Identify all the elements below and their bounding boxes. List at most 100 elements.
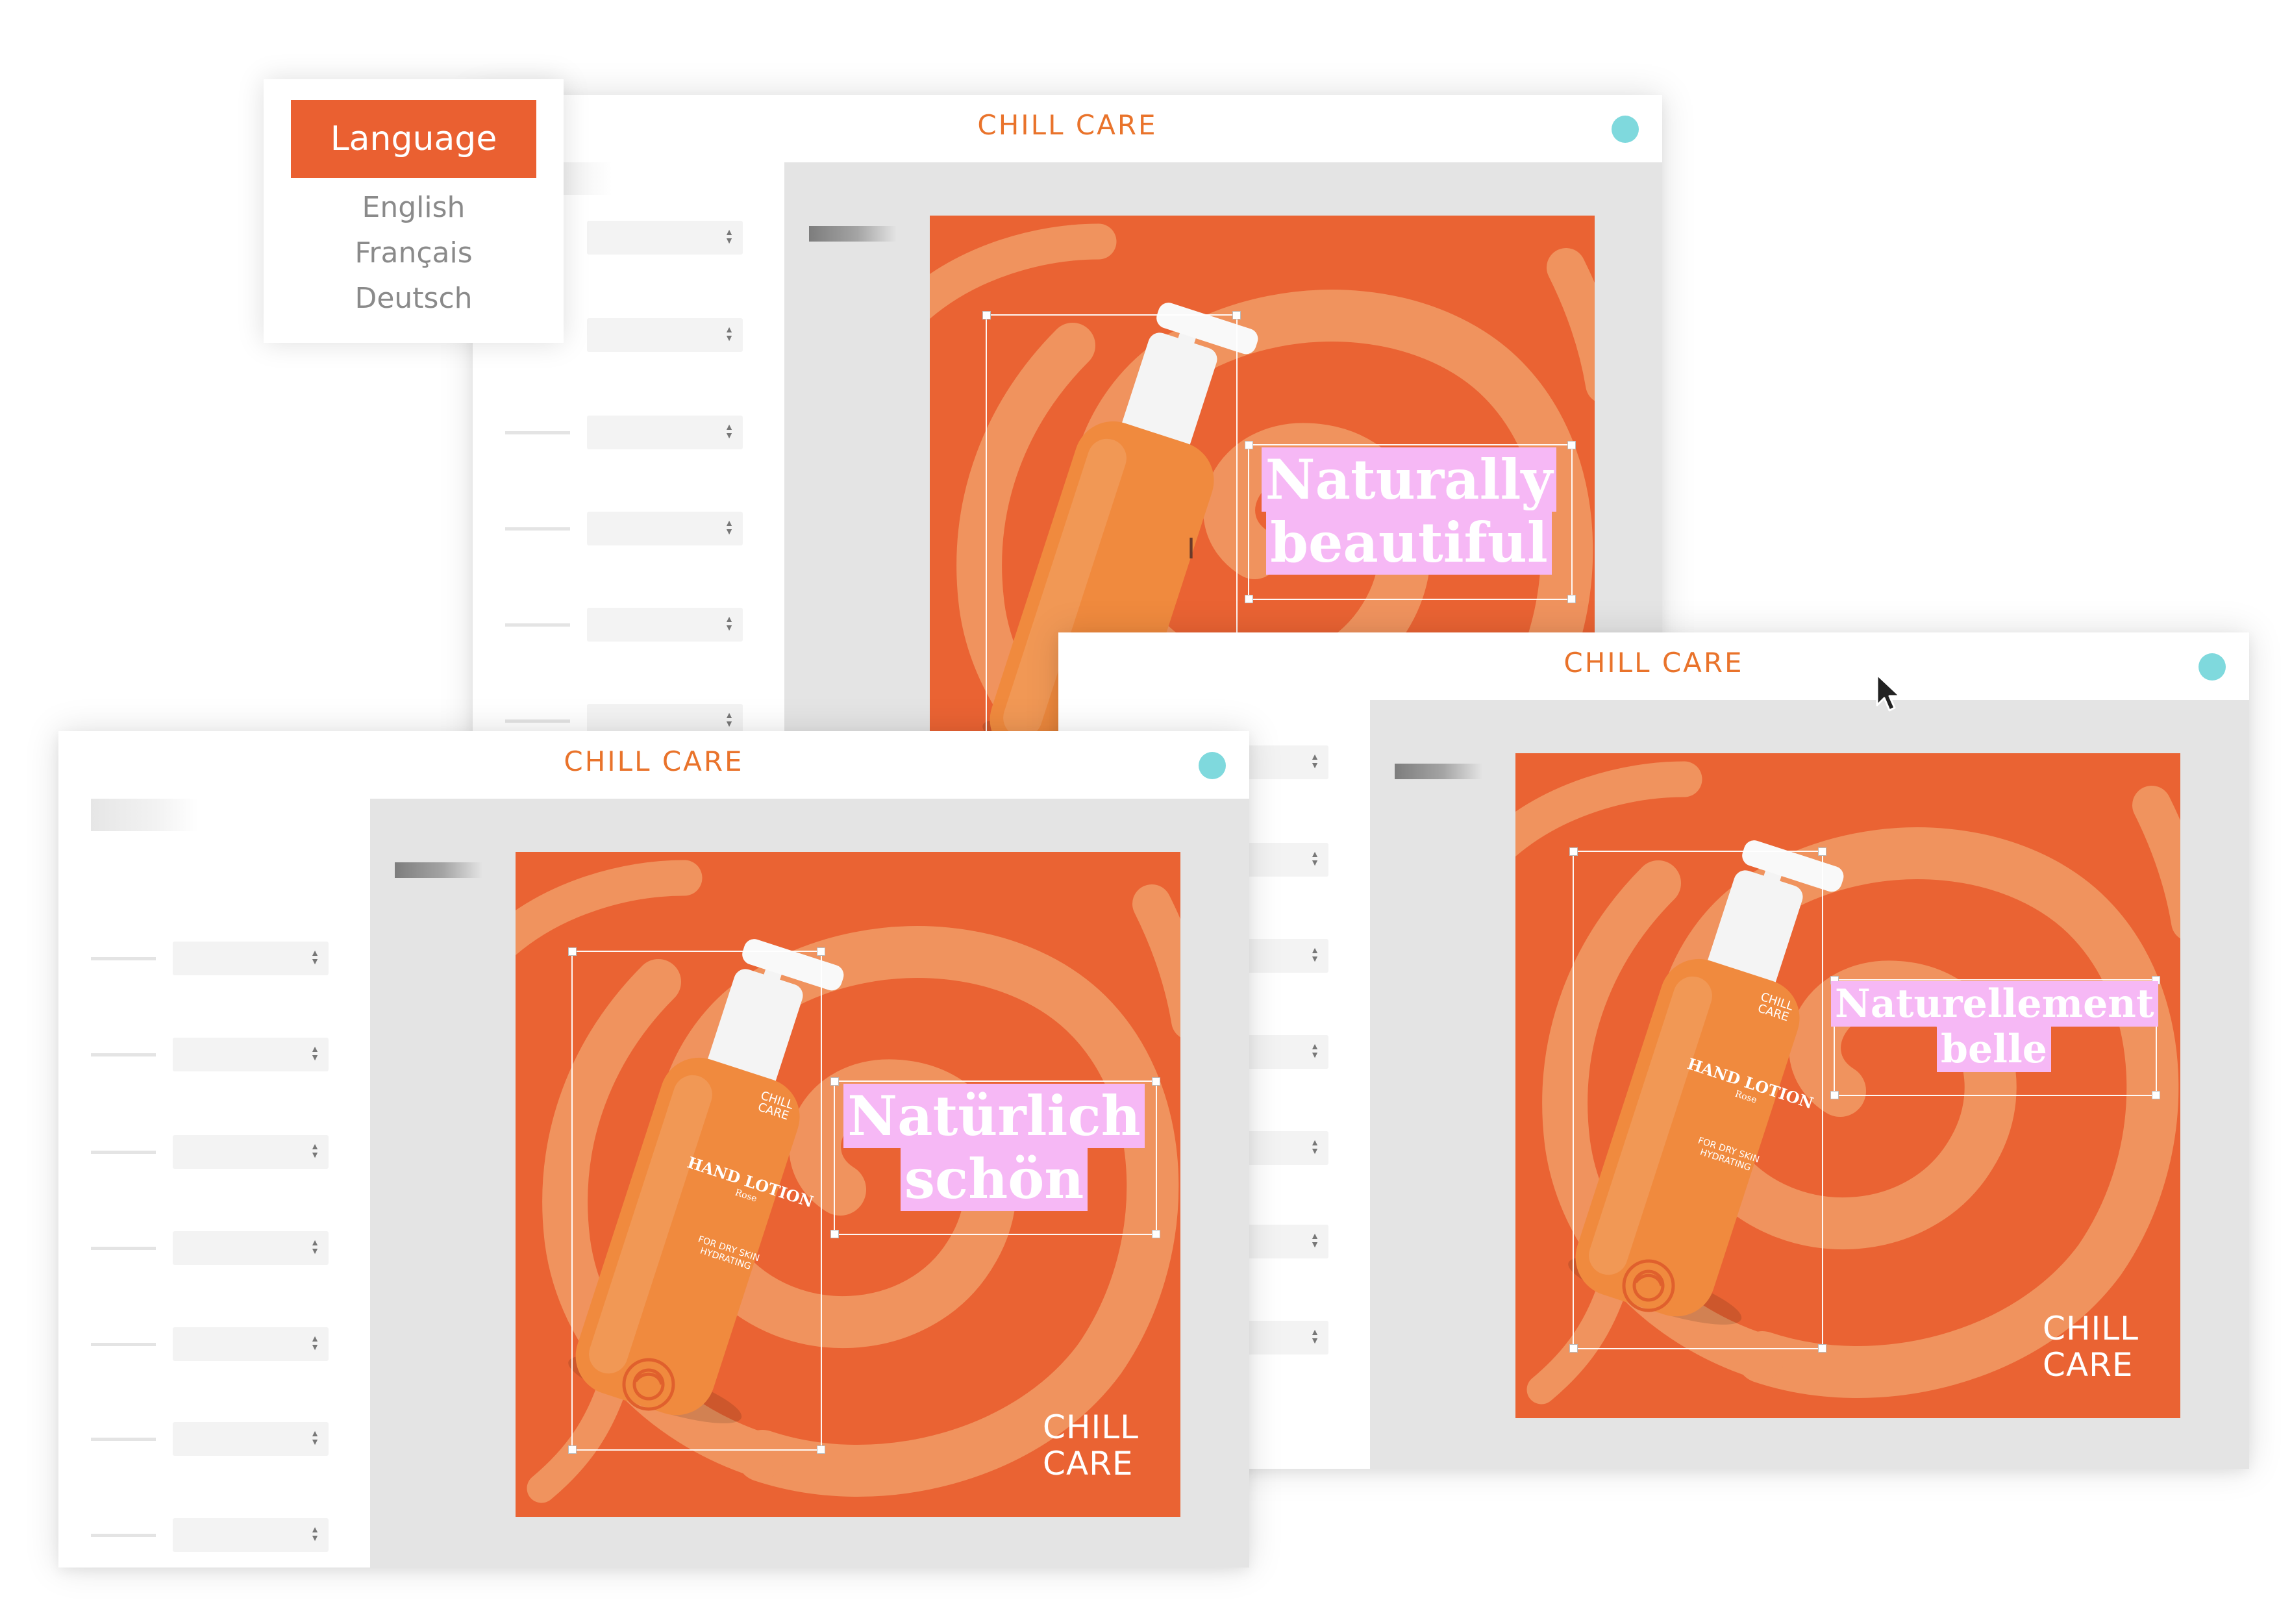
- updown-arrows-icon: ▲ ▼: [1310, 1137, 1319, 1156]
- property-label-placeholder: [91, 1534, 156, 1537]
- property-row: ▲ ▼: [473, 608, 784, 642]
- resize-handle[interactable]: [568, 947, 577, 956]
- property-label-placeholder: [505, 431, 570, 434]
- property-select[interactable]: ▲ ▼: [587, 416, 743, 449]
- resize-handle[interactable]: [817, 947, 825, 956]
- property-select[interactable]: ▲ ▼: [587, 512, 743, 545]
- resize-handle[interactable]: [1567, 595, 1576, 603]
- updown-arrows-icon: ▲ ▼: [310, 1043, 319, 1062]
- headline-line-1: Naturally: [1261, 447, 1557, 512]
- property-select[interactable]: ▲ ▼: [173, 1038, 329, 1071]
- updown-arrows-icon: ▲ ▼: [725, 518, 734, 536]
- window-title: CHILL CARE: [564, 745, 744, 777]
- property-select[interactable]: ▲ ▼: [587, 221, 743, 255]
- updown-arrows-icon: ▲ ▼: [310, 1333, 319, 1352]
- property-row: ▲ ▼: [58, 942, 370, 975]
- property-label-placeholder: [91, 1151, 156, 1154]
- resize-handle[interactable]: [1232, 311, 1241, 319]
- headline-text[interactable]: Naturellement belle: [1831, 981, 2158, 1072]
- sidebar-heading-placeholder: [91, 799, 198, 831]
- updown-arrows-icon: ▲ ▼: [310, 947, 319, 966]
- property-select[interactable]: ▲ ▼: [173, 1422, 329, 1456]
- bottle-selection-box[interactable]: [568, 947, 825, 1454]
- text-cursor-icon: I: [1187, 532, 1195, 566]
- property-label-placeholder: [505, 623, 570, 627]
- language-option-german[interactable]: Deutsch: [264, 282, 564, 315]
- headline-text[interactable]: Natürlich schön: [831, 1084, 1157, 1212]
- property-label-placeholder: [91, 1438, 156, 1441]
- property-select[interactable]: ▲ ▼: [173, 1231, 329, 1265]
- updown-arrows-icon: ▲ ▼: [1310, 945, 1319, 964]
- resize-handle[interactable]: [1245, 595, 1253, 603]
- headline-text[interactable]: Naturally beautiful: [1245, 447, 1573, 575]
- canvas-area: CHILL CARE HAND LOTION Rose FOR DRY SKIN…: [1370, 700, 2249, 1469]
- resize-handle[interactable]: [2152, 1091, 2160, 1099]
- headline-line-2: schön: [900, 1147, 1088, 1212]
- updown-arrows-icon: ▲ ▼: [1310, 849, 1319, 868]
- property-label-placeholder: [91, 1343, 156, 1346]
- updown-arrows-icon: ▲ ▼: [1310, 1327, 1319, 1345]
- art-brand: CHILL CARE: [2043, 1310, 2139, 1384]
- headline-line-1: Naturellement: [1831, 981, 2158, 1027]
- property-select[interactable]: ▲ ▼: [587, 608, 743, 642]
- status-dot-icon[interactable]: [1612, 116, 1639, 143]
- property-row: ▲ ▼: [58, 1518, 370, 1552]
- property-label-placeholder: [505, 527, 570, 531]
- art-brand: CHILL CARE: [1043, 1408, 1139, 1482]
- status-dot-icon[interactable]: [2199, 653, 2226, 681]
- property-row: ▲ ▼: [58, 1135, 370, 1169]
- property-label-placeholder: [91, 1247, 156, 1250]
- property-row: ▲ ▼: [473, 416, 784, 449]
- property-row: ▲ ▼: [58, 1422, 370, 1456]
- window-title: CHILL CARE: [1563, 647, 1744, 679]
- property-label-placeholder: [91, 957, 156, 960]
- mouse-pointer-icon: [1876, 673, 1901, 712]
- updown-arrows-icon: ▲ ▼: [310, 1524, 319, 1543]
- property-label-placeholder: [91, 1053, 156, 1056]
- artwork[interactable]: CHILL CARE HAND LOTION Rose FOR DRY SKIN…: [516, 852, 1180, 1517]
- resize-handle[interactable]: [1830, 1091, 1839, 1099]
- resize-handle[interactable]: [1818, 847, 1826, 856]
- headline-line-2: beautiful: [1266, 510, 1552, 575]
- titlebar: CHILL CARE: [58, 731, 1249, 799]
- property-select[interactable]: ▲ ▼: [173, 1327, 329, 1361]
- property-select[interactable]: ▲ ▼: [173, 1135, 329, 1169]
- language-option-french[interactable]: Français: [264, 236, 564, 269]
- updown-arrows-icon: ▲ ▼: [1310, 1041, 1319, 1060]
- property-row: ▲ ▼: [473, 512, 784, 545]
- language-button[interactable]: Language: [291, 100, 536, 178]
- updown-arrows-icon: ▲ ▼: [725, 710, 734, 729]
- resize-handle[interactable]: [568, 1445, 577, 1454]
- resize-handle[interactable]: [1818, 1344, 1826, 1353]
- resize-handle[interactable]: [982, 311, 991, 319]
- artwork[interactable]: CHILL CARE HAND LOTION Rose FOR DRY SKIN…: [1515, 753, 2180, 1418]
- canvas-area: CHILL CARE HAND LOTION Rose FOR DRY SKIN…: [370, 799, 1249, 1568]
- status-dot-icon[interactable]: [1199, 752, 1226, 779]
- updown-arrows-icon: ▲ ▼: [725, 227, 734, 245]
- property-row: ▲ ▼: [58, 1231, 370, 1265]
- resize-handle[interactable]: [1569, 1344, 1578, 1353]
- resize-handle[interactable]: [1152, 1230, 1160, 1238]
- titlebar: CHILL CARE: [473, 95, 1662, 162]
- window-title: CHILL CARE: [977, 109, 1158, 141]
- updown-arrows-icon: ▲ ▼: [1310, 1230, 1319, 1249]
- property-row: ▲ ▼: [58, 1038, 370, 1071]
- sidebar: ▲ ▼ ▲ ▼ ▲ ▼ ▲ ▼ ▲ ▼ ▲ ▼ ▲ ▼: [58, 799, 370, 1568]
- property-select[interactable]: ▲ ▼: [173, 1518, 329, 1552]
- updown-arrows-icon: ▲ ▼: [725, 421, 734, 440]
- resize-handle[interactable]: [1569, 847, 1578, 856]
- headline-line-2: belle: [1937, 1026, 2051, 1072]
- canvas-label-placeholder: [809, 226, 897, 242]
- resize-handle[interactable]: [830, 1230, 839, 1238]
- updown-arrows-icon: ▲ ▼: [725, 324, 734, 343]
- property-select[interactable]: ▲ ▼: [587, 318, 743, 352]
- property-label-placeholder: [505, 719, 570, 723]
- titlebar: CHILL CARE: [1058, 632, 2249, 700]
- bottle-selection-box[interactable]: [1569, 847, 1826, 1353]
- property-select[interactable]: ▲ ▼: [173, 942, 329, 975]
- language-menu: Language English Français Deutsch: [264, 79, 564, 343]
- updown-arrows-icon: ▲ ▼: [310, 1141, 319, 1160]
- language-option-english[interactable]: English: [264, 191, 564, 224]
- window-german: CHILL CARE ▲ ▼ ▲ ▼ ▲ ▼ ▲ ▼ ▲ ▼ ▲ ▼ ▲ ▼ C…: [58, 731, 1249, 1568]
- resize-handle[interactable]: [817, 1445, 825, 1454]
